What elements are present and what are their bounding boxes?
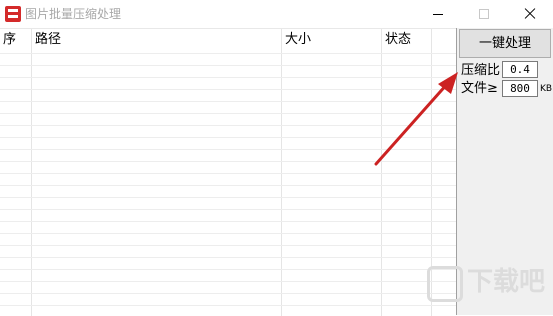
row-divider [0, 125, 456, 126]
column-header-index[interactable]: 序 [0, 29, 32, 53]
row-divider [0, 233, 456, 234]
watermark-logo-icon [427, 266, 463, 302]
app-window: 图片批量压缩处理 序 路径 大小 状态 一键处理 压缩比 0.4 文件≥ 800… [0, 0, 553, 316]
file-size-threshold-input[interactable] [502, 80, 538, 97]
row-divider [0, 89, 456, 90]
maximize-button[interactable] [461, 0, 507, 28]
column-header-status[interactable]: 状态 [382, 29, 432, 53]
row-divider [0, 185, 456, 186]
close-button[interactable] [507, 0, 553, 28]
row-divider [0, 281, 456, 282]
file-size-unit: KB [540, 84, 553, 94]
minimize-button[interactable] [415, 0, 461, 28]
row-divider [0, 113, 456, 114]
app-icon [5, 6, 21, 22]
watermark-text: 下载吧 [467, 267, 546, 297]
row-divider [0, 65, 456, 66]
process-all-button[interactable]: 一键处理 [459, 29, 551, 58]
table-header: 序 路径 大小 状态 [0, 29, 456, 53]
row-divider [0, 209, 456, 210]
row-divider [0, 269, 456, 270]
row-divider [0, 197, 456, 198]
row-divider [0, 161, 456, 162]
compression-ratio-label: 压缩比 [461, 63, 501, 78]
row-divider [0, 257, 456, 258]
row-divider [0, 137, 456, 138]
row-divider [0, 221, 456, 222]
row-divider [0, 101, 456, 102]
compression-ratio-input[interactable] [502, 61, 538, 78]
row-divider [0, 53, 456, 54]
window-title: 图片批量压缩处理 [25, 7, 122, 21]
column-header-size[interactable]: 大小 [282, 29, 382, 53]
row-divider [0, 245, 456, 246]
row-divider [0, 77, 456, 78]
row-divider [0, 149, 456, 150]
column-header-path[interactable]: 路径 [32, 29, 282, 53]
row-divider [0, 173, 456, 174]
file-size-threshold-label: 文件≥ [461, 81, 498, 96]
file-table[interactable]: 序 路径 大小 状态 [0, 28, 456, 316]
row-divider [0, 293, 456, 294]
title-bar: 图片批量压缩处理 [0, 0, 553, 28]
watermark: 下载吧 [423, 262, 551, 310]
row-divider [0, 305, 456, 306]
